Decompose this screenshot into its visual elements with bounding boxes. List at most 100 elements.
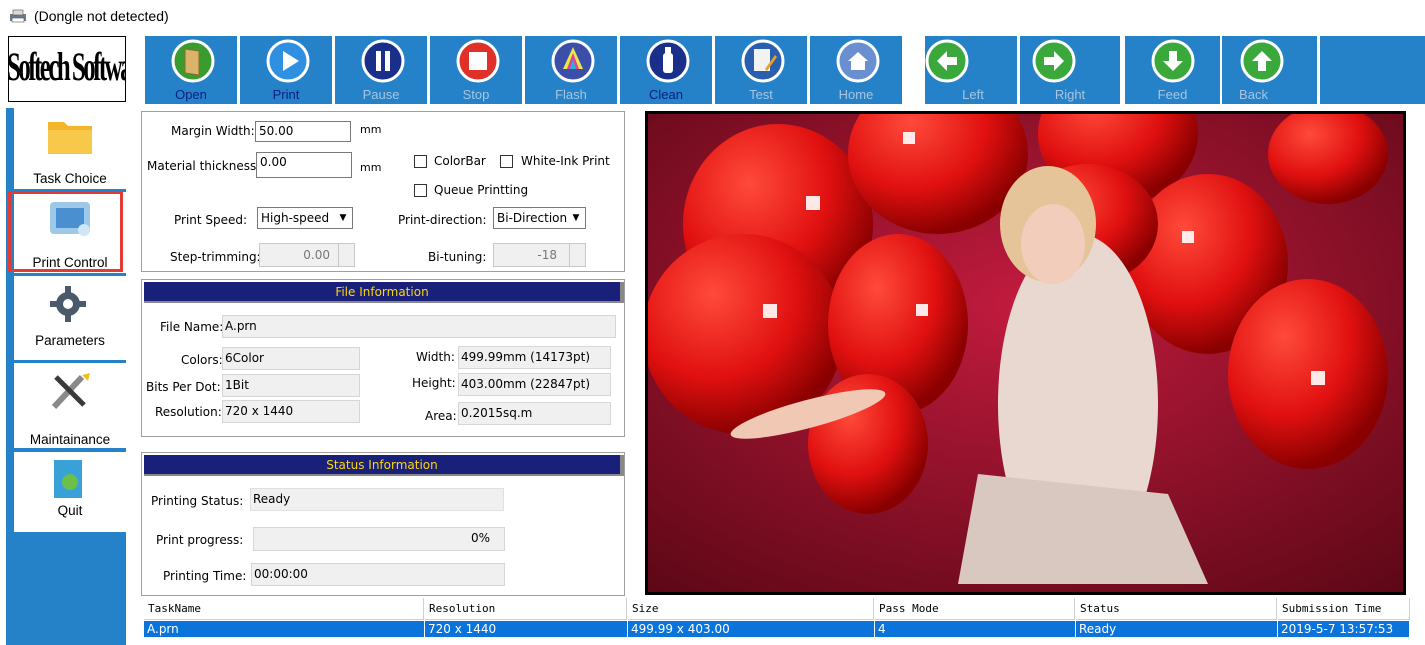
sidebar-item-label: Maintainance: [29, 432, 111, 447]
left-button[interactable]: Left: [925, 36, 1017, 104]
task-table: TaskName Resolution Size Pass Mode Statu…: [144, 598, 1410, 645]
file-name-label: File Name:: [160, 320, 224, 334]
bits-per-dot-label: Bits Per Dot:: [146, 380, 221, 394]
spinner-arrows-icon[interactable]: [338, 244, 354, 266]
white-ink-checkbox[interactable]: [500, 155, 513, 168]
area-value: 0.2015sq.m: [458, 402, 611, 425]
ink-drop-icon: [551, 39, 595, 83]
cell-size: 499.99 x 403.00: [628, 621, 875, 637]
left-label: Left: [962, 87, 984, 102]
sidebar-item-parameters[interactable]: Parameters: [14, 276, 126, 360]
flash-button[interactable]: Flash: [525, 36, 617, 104]
sidebar-item-label: Task Choice: [33, 171, 107, 186]
test-page-icon: [741, 39, 785, 83]
home-label: Home: [838, 87, 874, 102]
clean-button[interactable]: Clean: [620, 36, 712, 104]
stop-button[interactable]: Stop: [430, 36, 522, 104]
print-label: Print: [272, 87, 300, 102]
printing-time-value: 00:00:00: [251, 563, 505, 586]
spinner-arrows-icon[interactable]: [569, 244, 585, 266]
stop-icon: [456, 39, 500, 83]
pause-icon: [361, 39, 405, 83]
bi-tuning-spinner[interactable]: -18: [493, 243, 586, 267]
bits-per-dot-value: 1Bit: [222, 374, 360, 397]
file-information-panel: File Information File Name: A.prn Colors…: [141, 279, 625, 437]
right-label: Right: [1054, 87, 1086, 102]
chevron-down-icon: ▼: [339, 213, 347, 223]
sidebar-item-label: Quit: [57, 503, 83, 518]
step-trimming-value: 0.00: [303, 248, 330, 262]
gear-icon: [50, 286, 86, 322]
bi-tuning-value: -18: [537, 248, 557, 262]
cell-taskname: A.prn: [144, 621, 425, 637]
print-direction-select[interactable]: Bi-Direction ▼: [493, 207, 586, 229]
width-label: Width:: [416, 350, 455, 364]
step-trimming-label: Step-trimming:: [170, 250, 261, 264]
pause-button[interactable]: Pause: [335, 36, 427, 104]
column-header-taskname[interactable]: TaskName: [144, 598, 424, 620]
folder-icon: [48, 122, 92, 154]
column-header-submission-time[interactable]: Submission Time: [1278, 598, 1410, 620]
print-direction-value: Bi-Direction: [497, 211, 568, 225]
open-button[interactable]: Open: [145, 36, 237, 104]
column-header-resolution[interactable]: Resolution: [425, 598, 627, 620]
margin-width-input[interactable]: 50.00: [255, 121, 351, 142]
sidebar: Task Choice Print Control Parameters Mai…: [6, 108, 126, 645]
open-book-icon: [171, 39, 215, 83]
title-bar: (Dongle not detected): [0, 0, 1425, 32]
stop-label: Stop: [462, 87, 490, 102]
cell-pass-mode: 4: [875, 621, 1076, 637]
cell-resolution: 720 x 1440: [425, 621, 628, 637]
print-progress-label: Print progress:: [156, 533, 244, 547]
print-progress-percent: 0%: [470, 531, 490, 545]
resolution-label: Resolution:: [155, 405, 222, 419]
material-thickness-input[interactable]: 0.00: [256, 152, 352, 178]
printing-status-value: Ready: [250, 488, 504, 511]
window-title: (Dongle not detected): [34, 8, 169, 24]
selection-outline: [8, 191, 123, 272]
sidebar-item-quit[interactable]: Quit: [14, 452, 126, 532]
chevron-down-icon: ▼: [572, 213, 580, 223]
home-icon: [836, 39, 880, 83]
printing-time-label: Printing Time:: [163, 569, 247, 583]
play-icon: [266, 39, 310, 83]
colorbar-label: ColorBar: [434, 154, 486, 168]
colors-label: Colors:: [181, 353, 223, 367]
status-information-header: Status Information: [144, 455, 624, 476]
column-header-status[interactable]: Status: [1076, 598, 1277, 620]
column-header-pass-mode[interactable]: Pass Mode: [875, 598, 1075, 620]
print-preview-image: [645, 111, 1406, 595]
test-button[interactable]: Test: [715, 36, 807, 104]
print-speed-select[interactable]: High-speed ▼: [257, 207, 353, 229]
pause-label: Pause: [362, 87, 400, 102]
quit-door-icon: [54, 460, 82, 498]
width-value: 499.99mm (14173pt): [458, 346, 611, 369]
margin-width-label: Margin Width:: [171, 124, 255, 138]
sidebar-item-task-choice[interactable]: Task Choice: [14, 108, 126, 189]
column-header-size[interactable]: Size: [628, 598, 874, 620]
resolution-value: 720 x 1440: [222, 400, 360, 423]
back-button[interactable]: Back: [1222, 36, 1317, 104]
open-label: Open: [175, 87, 207, 102]
sidebar-item-maintainance[interactable]: Maintainance: [14, 363, 126, 448]
queue-printing-checkbox[interactable]: [414, 184, 427, 197]
back-label: Back: [1239, 87, 1268, 102]
arrow-right-icon: [1032, 39, 1076, 83]
bi-tuning-label: Bi-tuning:: [428, 250, 487, 264]
white-ink-label: White-Ink Print: [521, 154, 610, 168]
printing-status-label: Printing Status:: [151, 494, 244, 508]
print-speed-value: High-speed: [261, 211, 330, 225]
print-button[interactable]: Print: [240, 36, 332, 104]
thickness-unit-label: mm: [360, 161, 382, 174]
printer-icon: [10, 9, 26, 23]
print-speed-label: Print Speed:: [174, 213, 248, 227]
right-button[interactable]: Right: [1020, 36, 1120, 104]
print-direction-label: Print-direction:: [398, 213, 487, 227]
height-label: Height:: [412, 376, 456, 390]
clean-label: Clean: [649, 87, 683, 102]
colorbar-checkbox[interactable]: [414, 155, 427, 168]
arrow-up-icon: [1240, 39, 1284, 83]
home-button[interactable]: Home: [810, 36, 902, 104]
step-trimming-spinner[interactable]: 0.00: [259, 243, 355, 267]
margin-unit-label: mm: [360, 123, 382, 136]
